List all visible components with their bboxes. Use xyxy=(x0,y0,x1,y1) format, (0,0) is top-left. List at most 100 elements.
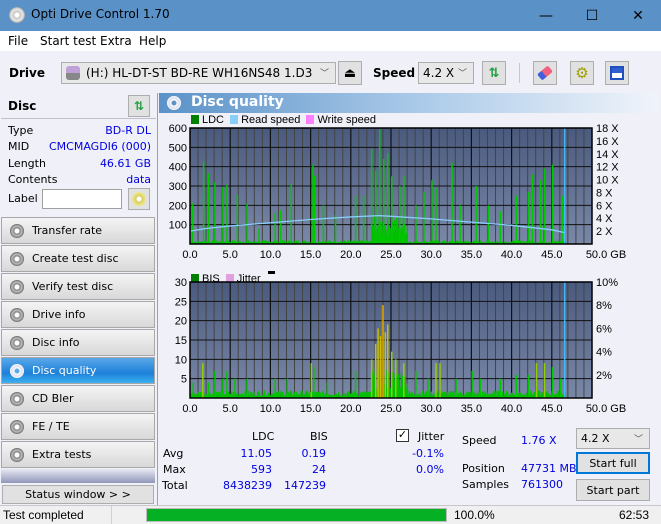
status-window-button[interactable]: Status window > > xyxy=(2,485,154,504)
data-bar-peak xyxy=(382,158,385,244)
nav-extra-tests[interactable]: Extra tests xyxy=(1,441,155,468)
max-bis: 24 xyxy=(312,463,326,476)
data-bar-peak xyxy=(236,194,239,244)
data-bar-peak xyxy=(246,203,248,244)
data-bar-peak xyxy=(551,367,554,398)
status-bar: Test completed 100.0% 62:53 xyxy=(0,505,661,524)
data-bar-peak xyxy=(326,382,329,398)
data-bar-peak xyxy=(403,363,405,398)
close-button[interactable]: ✕ xyxy=(615,0,661,31)
eject-button[interactable]: ⏏ xyxy=(338,61,362,85)
data-bar-peak xyxy=(370,359,373,398)
nav-cd-bler[interactable]: CD Bler xyxy=(1,385,155,412)
settings-button[interactable]: ⚙ xyxy=(570,61,594,85)
data-bar-peak xyxy=(515,195,518,244)
floppy-save-icon xyxy=(610,66,624,80)
data-bar-peak xyxy=(515,374,518,398)
y-tick-right: 10% xyxy=(596,278,618,289)
drive-label: Drive xyxy=(9,66,45,80)
y-tick-left: 5 xyxy=(181,374,187,386)
position-label: Position xyxy=(462,462,505,475)
x-tick: 20.0 xyxy=(340,403,361,415)
data-bar-peak xyxy=(435,363,437,398)
disc-refresh-button[interactable]: ⇅ xyxy=(128,95,150,117)
save-button[interactable] xyxy=(605,61,629,85)
refresh-arrows-icon: ⇅ xyxy=(488,65,500,80)
drive-icon xyxy=(66,66,80,80)
data-bar xyxy=(406,225,408,244)
col-bis: BIS xyxy=(310,430,328,443)
type-label: Type xyxy=(8,124,34,137)
y-tick-left: 500 xyxy=(169,142,187,154)
toolbar-divider xyxy=(519,63,520,83)
data-bar-peak xyxy=(274,213,276,244)
jitter-checkbox[interactable]: ✓ xyxy=(396,429,409,442)
minimize-button[interactable]: — xyxy=(523,0,569,31)
data-bar-peak xyxy=(403,176,405,244)
disc-icon xyxy=(10,280,24,294)
menu-start-test[interactable]: Start test xyxy=(40,34,96,48)
maximize-button[interactable]: ☐ xyxy=(569,0,615,31)
left-panel: Disc ⇅ Type BD-R DL MID CMCMAGDI6 (000) Le… xyxy=(0,93,157,505)
start-part-button[interactable]: Start part xyxy=(576,479,650,501)
max-ldc: 593 xyxy=(251,463,272,476)
y-tick-right: 2% xyxy=(596,370,612,382)
data-bar-peak xyxy=(202,161,205,244)
maximize-icon: ☐ xyxy=(585,7,599,24)
data-bar-peak xyxy=(391,351,393,398)
refresh-button[interactable]: ⇅ xyxy=(482,61,506,85)
x-tick: 35.0 xyxy=(461,249,482,261)
drive-value: (H:) HL-DT-ST BD-RE WH16NS48 1.D3 xyxy=(86,66,313,80)
start-full-button[interactable]: Start full xyxy=(576,452,650,474)
y-tick-left: 300 xyxy=(169,181,187,193)
disc-icon xyxy=(10,252,24,266)
data-bar-peak xyxy=(559,378,562,398)
menu-file[interactable]: File xyxy=(8,34,28,48)
y-tick-left: 30 xyxy=(175,278,187,289)
menu-extra[interactable]: Extra xyxy=(100,34,132,48)
menu-help[interactable]: Help xyxy=(139,34,166,48)
nav-disc-quality[interactable]: Disc quality xyxy=(1,357,155,384)
label-disc-button[interactable] xyxy=(128,188,150,210)
x-tick: 45.0 xyxy=(541,249,562,261)
nav-fe-te[interactable]: FE / TE xyxy=(1,413,155,440)
disc-icon xyxy=(10,336,24,350)
window-title: Opti Drive Control 1.70 xyxy=(31,7,170,21)
nav-disc-info[interactable]: Disc info xyxy=(1,329,155,356)
nav-verify-test-disc[interactable]: Verify test disc xyxy=(1,273,155,300)
disc-icon xyxy=(10,224,24,238)
x-tick: 30.0 xyxy=(420,249,441,261)
x-tick: 45.0 xyxy=(541,403,562,415)
data-bar-peak xyxy=(214,370,216,398)
test-speed-select[interactable]: 4.2 X ﹀ xyxy=(576,428,650,449)
nav-drive-info[interactable]: Drive info xyxy=(1,301,155,328)
data-bar-peak xyxy=(362,195,365,244)
y-tick-left: 100 xyxy=(169,220,187,232)
title-bar: Opti Drive Control 1.70 — ☐ ✕ xyxy=(0,0,661,31)
nav-create-test-disc[interactable]: Create test disc xyxy=(1,245,155,272)
nav-transfer-rate[interactable]: Transfer rate xyxy=(1,217,155,244)
drive-select[interactable]: (H:) HL-DT-ST BD-RE WH16NS48 1.D3 ﹀ xyxy=(61,62,336,84)
data-bar-peak xyxy=(322,205,325,244)
menu-bar: File Start test Extra Help xyxy=(0,31,661,51)
divider xyxy=(1,118,156,119)
erase-button[interactable] xyxy=(533,61,557,85)
data-bar-peak xyxy=(479,378,481,398)
data-bar-peak xyxy=(222,378,224,398)
data-bar-peak xyxy=(386,153,389,244)
ldc-chart: 100 200 300 400 500 600 2 X4 X6 X8 X10 X12 X14… xyxy=(169,123,627,261)
y-tick-right: 10 X xyxy=(596,175,619,187)
x-tick: 50.0 GB xyxy=(586,249,626,261)
speed-select[interactable]: 4.2 X ﹀ xyxy=(418,62,474,84)
chevron-down-icon: ﹀ xyxy=(457,69,467,79)
data-bar-peak xyxy=(395,359,397,398)
data-bar-peak xyxy=(192,382,194,398)
speed-label: Speed xyxy=(462,434,497,447)
data-bar-peak xyxy=(543,363,546,398)
contents-label: Contents xyxy=(8,173,58,186)
label-input[interactable] xyxy=(42,189,122,209)
disc-icon xyxy=(10,392,24,406)
nav-label: Disc quality xyxy=(32,364,97,377)
data-bar-peak xyxy=(374,170,377,244)
data-bar-peak xyxy=(386,324,389,398)
